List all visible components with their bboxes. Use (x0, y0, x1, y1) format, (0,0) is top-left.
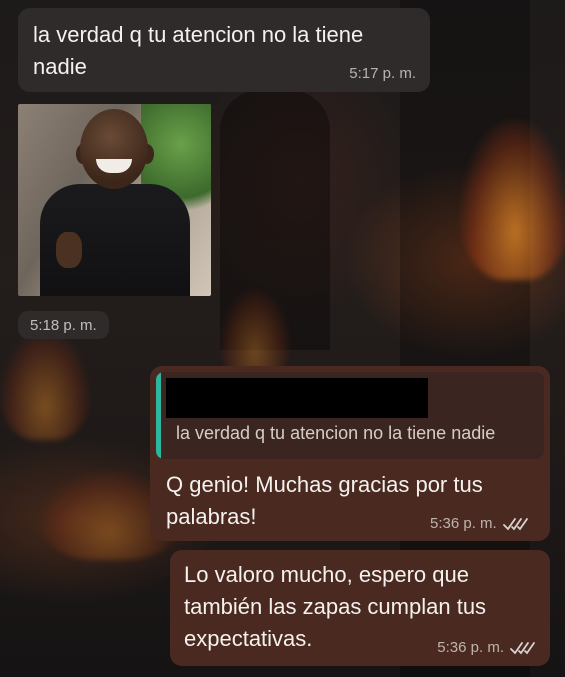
message-timestamp: 5:17 p. m. (349, 65, 416, 82)
photo-child-hand (56, 232, 82, 268)
message-timestamp: 5:36 p. m. (437, 639, 536, 656)
quoted-message[interactable]: la verdad q tu atencion no la tiene nadi… (156, 372, 544, 459)
incoming-message-bubble[interactable]: la verdad q tu atencion no la tiene nadi… (18, 8, 430, 92)
quote-accent-bar (156, 372, 161, 459)
message-timestamp: 5:36 p. m. (430, 515, 529, 532)
photo-child-head (80, 109, 148, 189)
redacted-sender-name (166, 378, 428, 418)
double-check-icon (502, 517, 528, 530)
photo-timestamp: 5:18 p. m. (18, 311, 109, 339)
outgoing-message-bubble[interactable]: Lo valoro mucho, espero que también las … (170, 550, 550, 666)
incoming-photo-message[interactable] (18, 104, 211, 296)
quoted-message-text: la verdad q tu atencion no la tiene nadi… (176, 423, 496, 443)
double-check-icon (510, 641, 535, 654)
